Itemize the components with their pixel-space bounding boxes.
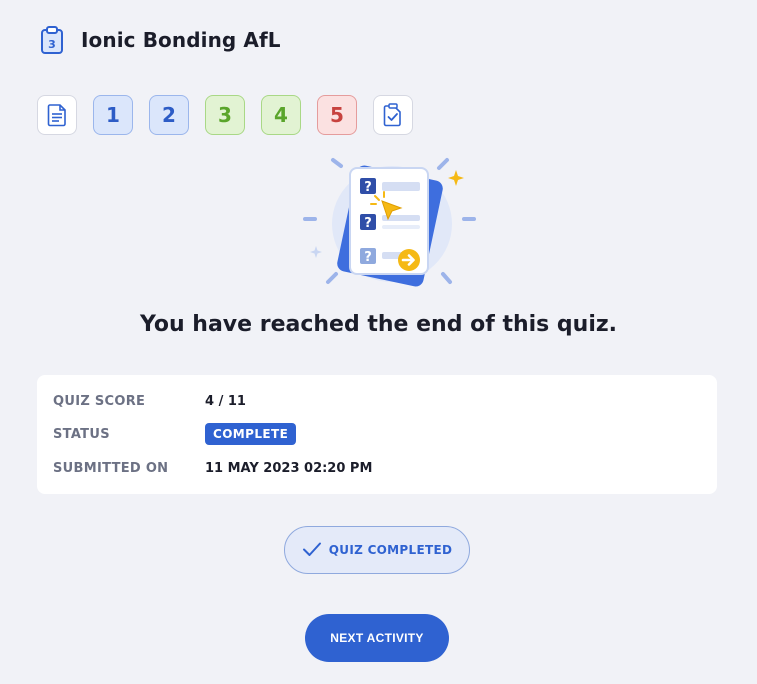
checkmark-icon bbox=[302, 541, 322, 560]
svg-text:?: ? bbox=[364, 216, 372, 231]
svg-text:3: 3 bbox=[48, 38, 56, 51]
document-icon bbox=[46, 103, 68, 127]
quiz-completed-label: QUIZ COMPLETED bbox=[328, 543, 453, 557]
question-navigation: 1 2 3 4 5 bbox=[37, 95, 429, 135]
page-header: 3 Ionic Bonding AfL bbox=[38, 25, 281, 55]
svg-text:?: ? bbox=[364, 250, 372, 265]
question-4-button[interactable]: 4 bbox=[261, 95, 301, 135]
question-1-button[interactable]: 1 bbox=[93, 95, 133, 135]
quiz-score-value: 4 / 11 bbox=[205, 393, 246, 409]
quiz-score-row: QUIZ SCORE 4 / 11 bbox=[53, 389, 246, 413]
quiz-score-label: QUIZ SCORE bbox=[53, 393, 146, 409]
submitted-on-value: 11 MAY 2023 02:20 PM bbox=[205, 460, 373, 476]
next-activity-button[interactable]: NEXT ACTIVITY bbox=[305, 614, 449, 662]
status-badge: COMPLETE bbox=[205, 423, 297, 445]
quiz-end-illustration: ? ? ? bbox=[300, 152, 480, 288]
submitted-on-row: SUBMITTED ON 11 MAY 2023 02:20 PM bbox=[53, 456, 372, 480]
status-row: STATUS COMPLETE bbox=[53, 422, 297, 446]
question-5-button[interactable]: 5 bbox=[317, 95, 357, 135]
svg-text:?: ? bbox=[364, 180, 372, 195]
question-3-button[interactable]: 3 bbox=[205, 95, 245, 135]
quiz-completed-button: QUIZ COMPLETED bbox=[284, 526, 470, 574]
submitted-on-label: SUBMITTED ON bbox=[53, 460, 169, 476]
clipboard-quiz-icon: 3 bbox=[38, 25, 66, 55]
clipboard-check-icon bbox=[382, 103, 404, 127]
status-label: STATUS bbox=[53, 426, 110, 442]
quiz-end-page: 3 Ionic Bonding AfL 1 2 3 4 5 ? ? ? You … bbox=[0, 0, 757, 684]
quiz-result-card: QUIZ SCORE 4 / 11 STATUS COMPLETE SUBMIT… bbox=[37, 375, 717, 494]
question-2-button[interactable]: 2 bbox=[149, 95, 189, 135]
summary-button[interactable] bbox=[373, 95, 413, 135]
page-title: Ionic Bonding AfL bbox=[81, 28, 281, 52]
intro-document-button[interactable] bbox=[37, 95, 77, 135]
end-of-quiz-heading: You have reached the end of this quiz. bbox=[139, 312, 618, 337]
